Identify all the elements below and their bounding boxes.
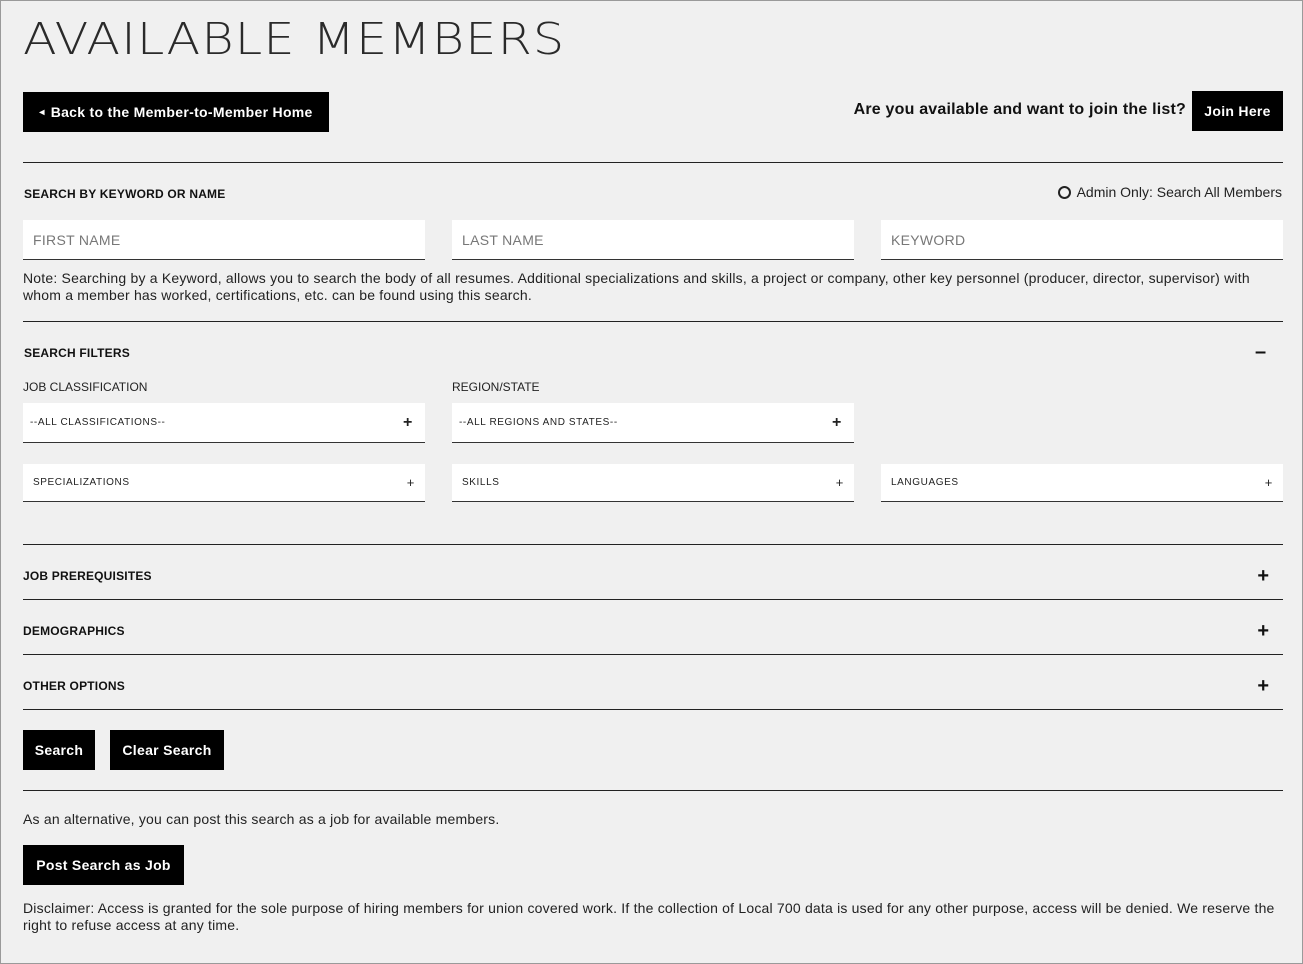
job-classification-select[interactable]: --ALL CLASSIFICATIONS-- + [23, 403, 425, 443]
back-arrow-icon: ◂ [39, 106, 45, 118]
disclaimer: Disclaimer: Access is granted for the so… [23, 900, 1275, 933]
plus-icon: + [832, 413, 842, 431]
radio-icon[interactable] [1057, 185, 1071, 199]
job-prerequisites-toggle[interactable]: JOB PREREQUISITES + [23, 549, 1283, 603]
specializations-select[interactable]: SPECIALIZATIONS + [23, 464, 425, 502]
plus-icon: + [1257, 674, 1269, 697]
collapse-filters-icon[interactable]: – [1255, 341, 1266, 364]
demographics-toggle[interactable]: DEMOGRAPHICS + [23, 604, 1283, 658]
search-filters-heading: SEARCH FILTERS [24, 346, 130, 360]
other-options-toggle[interactable]: OTHER OPTIONS + [23, 659, 1283, 713]
admin-search-all-option[interactable]: Admin Only: Search All Members [1057, 184, 1282, 200]
join-prompt: Are you available and want to join the l… [853, 101, 1186, 118]
keyword-note: Note: Searching by a Keyword, allows you… [23, 270, 1250, 303]
plus-icon: + [835, 475, 844, 490]
clear-search-button[interactable]: Clear Search [110, 730, 224, 770]
skills-label: SKILLS [462, 477, 500, 488]
plus-icon: + [1257, 619, 1269, 642]
divider [23, 790, 1283, 791]
divider [23, 162, 1283, 163]
back-to-home-button[interactable]: ◂ Back to the Member-to-Member Home [23, 92, 329, 132]
plus-icon: + [1257, 564, 1269, 587]
job-classification-value: --ALL CLASSIFICATIONS-- [30, 417, 166, 428]
divider [23, 654, 1283, 655]
post-job-text: As an alternative, you can post this sea… [23, 811, 500, 827]
first-name-input[interactable] [23, 220, 425, 260]
keyword-search-heading: SEARCH BY KEYWORD OR NAME [24, 187, 226, 201]
skills-select[interactable]: SKILLS + [452, 464, 854, 502]
accordion-label: DEMOGRAPHICS [23, 624, 125, 638]
divider [23, 544, 1283, 545]
back-button-label: Back to the Member-to-Member Home [50, 104, 313, 120]
plus-icon: + [1264, 475, 1273, 490]
plus-icon: + [406, 475, 415, 490]
plus-icon: + [403, 413, 413, 431]
region-state-value: --ALL REGIONS AND STATES-- [459, 417, 618, 428]
admin-option-label: Admin Only: Search All Members [1076, 184, 1282, 200]
job-classification-label: JOB CLASSIFICATION [23, 380, 148, 394]
divider [23, 709, 1283, 710]
search-button[interactable]: Search [23, 730, 95, 770]
last-name-input[interactable] [452, 220, 854, 260]
accordion-label: JOB PREREQUISITES [23, 569, 152, 583]
post-search-as-job-button[interactable]: Post Search as Job [23, 845, 184, 885]
accordion-label: OTHER OPTIONS [23, 679, 125, 693]
divider [23, 599, 1283, 600]
languages-select[interactable]: LANGUAGES + [881, 464, 1283, 502]
join-here-button[interactable]: Join Here [1192, 91, 1283, 131]
region-state-select[interactable]: --ALL REGIONS AND STATES-- + [452, 403, 854, 443]
divider [23, 321, 1283, 322]
keyword-input[interactable] [881, 220, 1283, 260]
page-title: AVAILABLE MEMBERS [23, 14, 566, 65]
languages-label: LANGUAGES [891, 477, 959, 488]
region-state-label: REGION/STATE [452, 380, 540, 394]
specializations-label: SPECIALIZATIONS [33, 477, 130, 488]
